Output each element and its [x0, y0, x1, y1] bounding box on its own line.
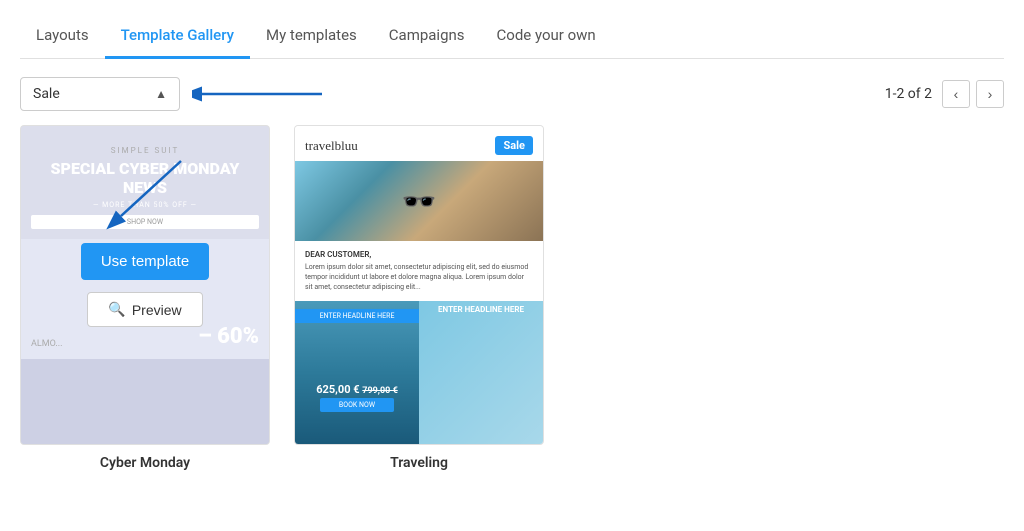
card-thumbnail-cyber-monday[interactable]: Simple Suit SPECIAL CYBER MONDAY NEWS — … [20, 125, 270, 445]
travel-right-image: ENTER HEADLINE HERE [419, 301, 543, 444]
travel-logo: travelbluu [305, 138, 358, 154]
card-label-traveling: Traveling [294, 455, 544, 471]
template-card-traveling: travelbluu Sale 🕶️ DEAR CUSTOMER, Lorem … [294, 125, 544, 471]
toolbar: Sale ▲ 1-2 of 2 ‹ › [20, 59, 1004, 125]
pagination-prev-button[interactable]: ‹ [942, 80, 970, 108]
travel-dear-customer: DEAR CUSTOMER, [305, 249, 533, 260]
pagination-next-button[interactable]: › [976, 80, 1004, 108]
toolbar-left: Sale ▲ [20, 77, 332, 111]
dropdown-value: Sale [33, 86, 60, 102]
tab-campaigns[interactable]: Campaigns [373, 14, 481, 59]
sale-badge: Sale [495, 136, 533, 155]
travel-headline-overlay: ENTER HEADLINE HERE [295, 309, 419, 323]
blue-arrow-svg [192, 80, 332, 108]
annotation-arrow [192, 80, 332, 108]
tab-my-templates[interactable]: My templates [250, 14, 373, 59]
travel-body-lorem: Lorem ipsum dolor sit amet, consectetur … [305, 263, 533, 292]
travel-bottom-section: ENTER HEADLINE HERE 625,00 € 799,00 € BO… [295, 301, 543, 444]
filter-dropdown[interactable]: Sale ▲ [20, 77, 180, 111]
chevron-down-icon: ▲ [155, 87, 167, 101]
tab-template-gallery[interactable]: Template Gallery [105, 14, 250, 59]
card-label-cyber-monday: Cyber Monday [20, 455, 270, 471]
page-container: Layouts Template Gallery My templates Ca… [0, 0, 1024, 501]
travel-enter-headline-right: ENTER HEADLINE HERE [419, 301, 543, 318]
travel-header: travelbluu Sale [295, 126, 543, 161]
travel-hero-image: 🕶️ [295, 161, 543, 241]
cards-grid: Simple Suit SPECIAL CYBER MONDAY NEWS — … [20, 125, 1004, 501]
travel-body-text: DEAR CUSTOMER, Lorem ipsum dolor sit ame… [295, 241, 543, 301]
travel-book-now: BOOK NOW [320, 398, 394, 412]
use-template-button[interactable]: Use template [81, 243, 209, 280]
travel-enter-headline: ENTER HEADLINE HERE [295, 309, 419, 323]
tabs-bar: Layouts Template Gallery My templates Ca… [20, 0, 1004, 59]
card-thumbnail-traveling[interactable]: travelbluu Sale 🕶️ DEAR CUSTOMER, Lorem … [294, 125, 544, 445]
travel-price-block: 625,00 € 799,00 € BOOK NOW [295, 383, 419, 414]
travel-price-value: 625,00 € 799,00 € [295, 383, 419, 396]
card-annotation-arrow [101, 156, 201, 240]
template-card-cyber-monday: Simple Suit SPECIAL CYBER MONDAY NEWS — … [20, 125, 270, 471]
travel-left-image: ENTER HEADLINE HERE 625,00 € 799,00 € BO… [295, 301, 419, 444]
pagination: 1-2 of 2 ‹ › [885, 80, 1004, 108]
pagination-info: 1-2 of 2 [885, 86, 932, 102]
tab-code-your-own[interactable]: Code your own [481, 14, 612, 59]
preview-button[interactable]: 🔍 Preview [87, 292, 202, 327]
tab-layouts[interactable]: Layouts [20, 14, 105, 59]
sunglasses-icon: 🕶️ [402, 185, 437, 218]
search-icon: 🔍 [108, 301, 125, 318]
traveling-thumbnail-art: travelbluu Sale 🕶️ DEAR CUSTOMER, Lorem … [295, 126, 543, 444]
card-overlay-cyber-monday: Use template 🔍 Preview [21, 126, 269, 444]
card-arrow-svg [101, 156, 201, 236]
